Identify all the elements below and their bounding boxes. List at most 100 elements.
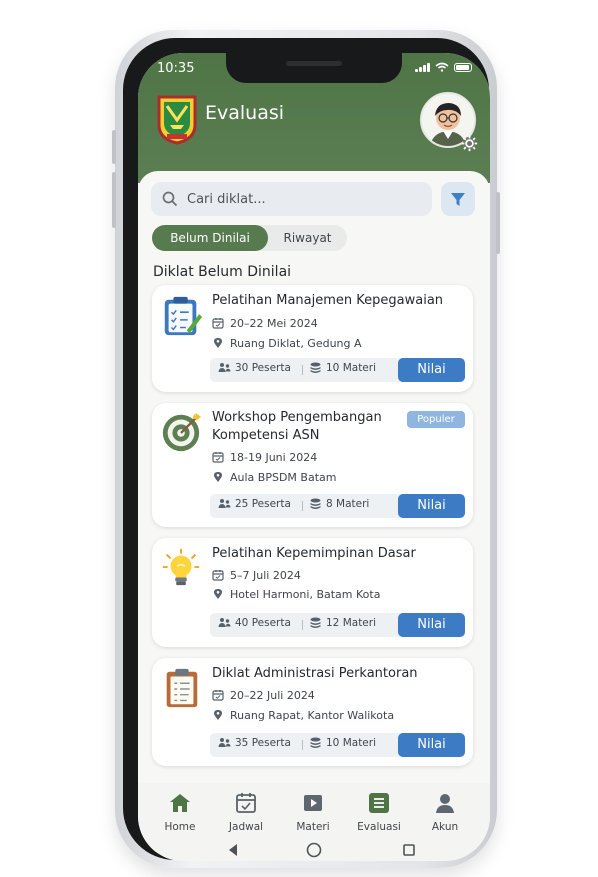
material-count-text: 10 Materi xyxy=(326,737,377,749)
course-card[interactable]: Pelatihan Manajemen Kepegawaian 20–22 Me… xyxy=(152,285,473,392)
bottom-navigation: Home Jadwal Materi Evaluasi Akun xyxy=(138,783,490,861)
material-count: 12 Materi xyxy=(309,617,376,629)
calendar-small-icon xyxy=(212,570,224,581)
material-count: 10 Materi xyxy=(309,362,376,374)
user-icon xyxy=(436,794,454,813)
nav-label: Jadwal xyxy=(228,821,264,833)
search-icon xyxy=(162,191,178,207)
app-header: 10:35 Evaluasi xyxy=(138,53,490,183)
stat-divider xyxy=(302,620,303,630)
course-date: 18-19 Juni 2024 xyxy=(212,449,317,465)
material-count-text: 8 Materi xyxy=(326,498,370,510)
people-icon xyxy=(218,363,231,372)
government-logo-icon xyxy=(157,95,197,145)
course-date-text: 20–22 Mei 2024 xyxy=(230,316,318,330)
power-button xyxy=(496,192,500,254)
stack-icon xyxy=(310,737,321,748)
nav-materi[interactable]: Materi xyxy=(283,791,343,837)
target-icon xyxy=(162,412,202,452)
calendar-icon xyxy=(236,793,256,813)
location-pin-icon xyxy=(214,710,222,720)
evaluation-icon xyxy=(369,793,389,813)
speaker-grill xyxy=(286,61,342,66)
page-title: Evaluasi xyxy=(205,102,285,124)
people-icon xyxy=(218,618,231,627)
evaluation-tabs: Belum Dinilai Riwayat xyxy=(152,225,347,251)
status-icons xyxy=(415,62,472,72)
participant-count-text: 25 Peserta xyxy=(235,498,291,510)
phone-frame: 10:35 Evaluasi Cari diklat... Belum Dini… xyxy=(112,30,500,868)
nav-label: Home xyxy=(164,821,196,833)
course-location: Hotel Harmoni, Batam Kota xyxy=(212,586,380,602)
people-icon xyxy=(218,499,231,508)
signal-icon xyxy=(415,62,430,72)
course-card[interactable]: Workshop Pengembangan Kompetensi ASN Pop… xyxy=(152,403,473,527)
stat-divider xyxy=(302,365,303,375)
android-navigation-bar xyxy=(138,841,490,861)
course-location: Aula BPSDM Batam xyxy=(212,469,336,485)
material-count: 10 Materi xyxy=(309,737,376,749)
popular-badge: Populer xyxy=(407,411,465,428)
participant-count: 35 Peserta xyxy=(218,737,291,749)
nilai-button[interactable]: Nilai xyxy=(398,358,465,382)
course-location-text: Ruang Rapat, Kantor Walikota xyxy=(230,708,395,722)
nav-jadwal[interactable]: Jadwal xyxy=(216,791,276,837)
home-icon xyxy=(170,794,190,812)
course-stats: 40 Peserta 12 Materi Nilai xyxy=(210,613,465,637)
battery-icon xyxy=(454,62,472,72)
nilai-button[interactable]: Nilai xyxy=(398,613,465,637)
stat-divider xyxy=(302,740,303,750)
course-date-text: 18-19 Juni 2024 xyxy=(230,450,318,464)
phone-notch xyxy=(226,53,402,83)
course-location: Ruang Diklat, Gedung A xyxy=(212,335,362,351)
recent-apps-icon[interactable] xyxy=(400,841,418,859)
nav-label: Akun xyxy=(431,821,459,833)
course-title-line-1: Workshop Pengembangan xyxy=(212,410,382,425)
nav-akun[interactable]: Akun xyxy=(415,791,475,837)
stack-icon xyxy=(310,362,321,373)
participant-count: 25 Peserta xyxy=(218,498,291,510)
filter-button[interactable] xyxy=(441,182,475,216)
settings-gear-icon[interactable] xyxy=(461,135,478,152)
lightbulb-icon xyxy=(162,548,200,586)
nav-label: Materi xyxy=(296,821,330,833)
material-count: 8 Materi xyxy=(309,498,369,510)
play-icon xyxy=(304,795,322,811)
nilai-button[interactable]: Nilai xyxy=(398,494,465,518)
calendar-small-icon xyxy=(212,318,224,329)
course-title: Diklat Administrasi Perkantoran xyxy=(212,666,418,681)
nav-label: Evaluasi xyxy=(357,821,401,833)
participant-count: 30 Peserta xyxy=(218,362,291,374)
screenshot-stage: 10:35 Evaluasi Cari diklat... Belum Dini… xyxy=(0,0,598,877)
status-time: 10:35 xyxy=(157,61,195,76)
wifi-icon xyxy=(435,62,449,72)
course-card[interactable]: Pelatihan Kepemimpinan Dasar 5–7 Juli 20… xyxy=(152,538,473,647)
tab-belum-dinilai[interactable]: Belum Dinilai xyxy=(152,225,268,251)
nav-evaluasi-active[interactable]: Evaluasi xyxy=(349,791,409,837)
course-title: Pelatihan Manajemen Kepegawaian xyxy=(212,293,444,308)
main-content: Belum Dinilai Riwayat Diklat Belum Dinil… xyxy=(138,171,490,783)
material-count-text: 10 Materi xyxy=(326,362,377,374)
stat-divider xyxy=(302,501,303,511)
participant-count: 40 Peserta xyxy=(218,617,291,629)
section-title: Diklat Belum Dinilai xyxy=(153,264,292,280)
stack-icon xyxy=(310,617,321,628)
back-icon[interactable] xyxy=(224,841,242,859)
search-input[interactable] xyxy=(187,189,417,209)
location-pin-icon xyxy=(214,589,222,599)
course-location: Ruang Rapat, Kantor Walikota xyxy=(212,707,394,723)
people-icon xyxy=(218,738,231,747)
nav-home[interactable]: Home xyxy=(150,791,210,837)
participant-count-text: 35 Peserta xyxy=(235,737,291,749)
home-circle-icon[interactable] xyxy=(305,841,323,859)
stack-icon xyxy=(310,498,321,509)
material-count-text: 12 Materi xyxy=(326,617,377,629)
location-pin-icon xyxy=(214,338,222,348)
tab-riwayat[interactable]: Riwayat xyxy=(268,225,347,251)
nilai-button[interactable]: Nilai xyxy=(398,733,465,757)
search-box[interactable] xyxy=(151,182,432,216)
participant-count-text: 30 Peserta xyxy=(235,362,291,374)
course-date: 20–22 Juli 2024 xyxy=(212,687,315,703)
app-screen: 10:35 Evaluasi Cari diklat... Belum Dini… xyxy=(138,53,490,861)
course-card[interactable]: Diklat Administrasi Perkantoran 20–22 Ju… xyxy=(152,658,473,766)
